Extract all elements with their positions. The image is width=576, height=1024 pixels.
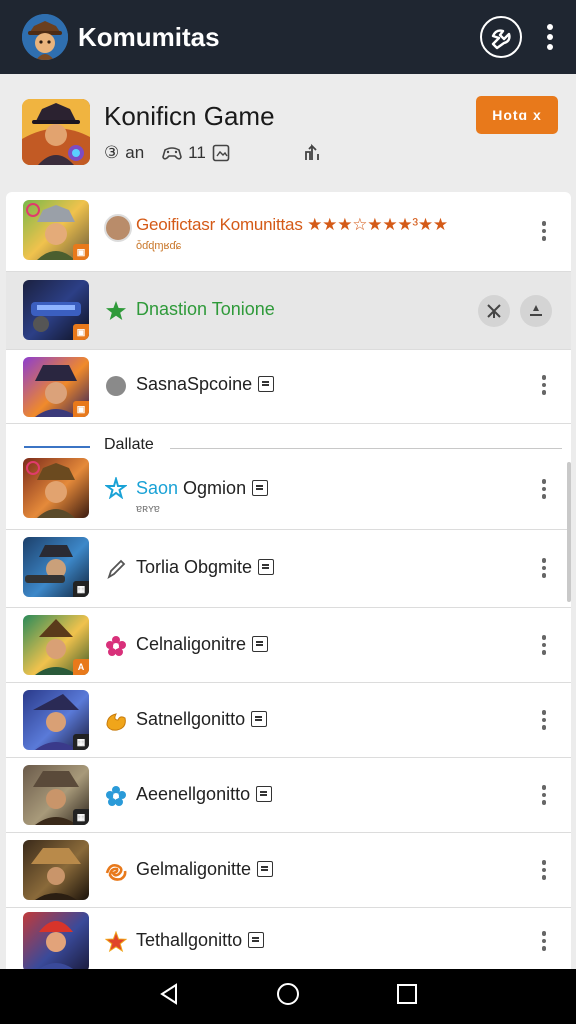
- list-item[interactable]: ▦ Aeenellgonitto: [6, 758, 571, 833]
- blue-star-icon: [104, 476, 128, 500]
- section-line-accent: [24, 446, 90, 448]
- more-vert-icon[interactable]: [537, 705, 551, 735]
- system-nav-bar: [0, 969, 576, 1024]
- list-item[interactable]: Tethallgonitto: [6, 908, 571, 969]
- list-item[interactable]: ▦ Torlia Obgmite: [6, 530, 571, 608]
- game-meta: ③ an 11: [104, 142, 476, 164]
- game-info: Konificn Game ③ an 11: [104, 101, 476, 164]
- blue-flower-icon: [104, 784, 128, 808]
- pink-flower-icon: [104, 634, 128, 658]
- list-item[interactable]: ▦ Satnellgonitto: [6, 683, 571, 758]
- item-title: SasnaSpcoine: [136, 374, 275, 395]
- members-text: an: [125, 142, 145, 162]
- posts-meta: 11: [162, 143, 230, 163]
- more-vert-icon[interactable]: [537, 370, 551, 400]
- list-item[interactable]: Gelmaligonitte: [6, 833, 571, 908]
- community-list: ▣ Geoifictasr Komunittas ★★★☆★★★³★★ ȱɗɖɱ…: [6, 192, 571, 969]
- item-thumbnail: ▣: [23, 200, 89, 260]
- item-title: Torlia Obgmite: [136, 557, 275, 578]
- item-title: Tethallgonitto: [136, 930, 265, 951]
- more-vert-icon[interactable]: [537, 474, 551, 504]
- more-vert-icon[interactable]: [537, 216, 551, 246]
- avatar-icon: [104, 214, 132, 242]
- section-label: Dallate: [104, 436, 154, 453]
- back-triangle-icon[interactable]: [157, 982, 181, 1011]
- item-thumbnail: [23, 840, 89, 900]
- tools-button[interactable]: [478, 295, 510, 327]
- item-subtitle: ȱɗɖɱʁɗɕ: [136, 240, 182, 252]
- green-star-icon: [104, 299, 128, 323]
- item-thumbnail: ▦: [23, 690, 89, 750]
- gamepad-icon: [162, 146, 183, 160]
- item-title: Gelmaligonitte: [136, 859, 274, 880]
- list-item[interactable]: A Celnaligonitre: [6, 608, 571, 683]
- more-vert-icon[interactable]: [537, 855, 551, 885]
- app-title: Komumitas: [78, 21, 220, 52]
- members-meta: ③ an: [104, 143, 144, 163]
- list-item[interactable]: ▣ SasnaSpcoine: [6, 350, 571, 424]
- item-subtitle: ɐʀʏɐ: [136, 503, 160, 515]
- orange-flame-icon: [104, 709, 128, 733]
- more-vert-icon[interactable]: [537, 553, 551, 583]
- recents-square-icon[interactable]: [395, 982, 419, 1011]
- game-avatar-icon[interactable]: [22, 14, 68, 60]
- item-thumbnail: [23, 912, 89, 969]
- item-thumbnail: ▦: [23, 765, 89, 825]
- more-vert-icon[interactable]: [537, 780, 551, 810]
- item-thumbnail: ▣: [23, 357, 89, 417]
- profile-button[interactable]: [520, 295, 552, 327]
- follow-button[interactable]: Hotɑ x: [476, 96, 558, 134]
- item-title: Geoifictasr Komunittas ★★★☆★★★³★★: [136, 215, 448, 234]
- image-icon: [212, 144, 230, 161]
- pencil-icon: [104, 557, 128, 581]
- item-title: Satnellgonitto: [136, 709, 268, 730]
- members-icon: ③: [104, 142, 120, 162]
- item-thumbnail: [23, 458, 89, 518]
- app-bar: Komumitas: [0, 0, 576, 74]
- red-star-icon: [104, 930, 128, 954]
- game-cover-image[interactable]: [22, 99, 90, 165]
- more-vert-icon[interactable]: [540, 17, 560, 57]
- orange-swirl-icon: [104, 859, 128, 883]
- section-line: [170, 448, 562, 449]
- item-thumbnail: ▣: [23, 280, 89, 340]
- item-title: Dnastion Tonione: [136, 299, 275, 319]
- item-title: Aeenellgonitto: [136, 784, 273, 805]
- posts-count: 11: [188, 142, 206, 162]
- tool-icon[interactable]: [480, 16, 522, 58]
- list-item[interactable]: Saon Ogmion ɐʀʏɐ: [6, 454, 571, 530]
- more-vert-icon[interactable]: [537, 926, 551, 956]
- item-thumbnail: ▦: [23, 537, 89, 597]
- home-circle-icon[interactable]: [275, 981, 301, 1012]
- item-thumbnail: A: [23, 615, 89, 675]
- game-title: Konificn Game: [104, 100, 275, 131]
- list-item[interactable]: ▣ Geoifictasr Komunittas ★★★☆★★★³★★ ȱɗɖɱ…: [6, 192, 571, 272]
- more-vert-icon[interactable]: [537, 630, 551, 660]
- gray-circle-icon: [104, 374, 128, 398]
- scrollbar[interactable]: [567, 462, 571, 602]
- item-title: Celnaligonitre: [136, 634, 269, 655]
- share-icon[interactable]: [302, 142, 324, 164]
- item-title: Saon Ogmion: [136, 478, 269, 499]
- list-item[interactable]: ▣ Dnastion Tonione: [6, 272, 571, 350]
- game-header: Konificn Game ③ an 11 Hotɑ x: [0, 74, 576, 190]
